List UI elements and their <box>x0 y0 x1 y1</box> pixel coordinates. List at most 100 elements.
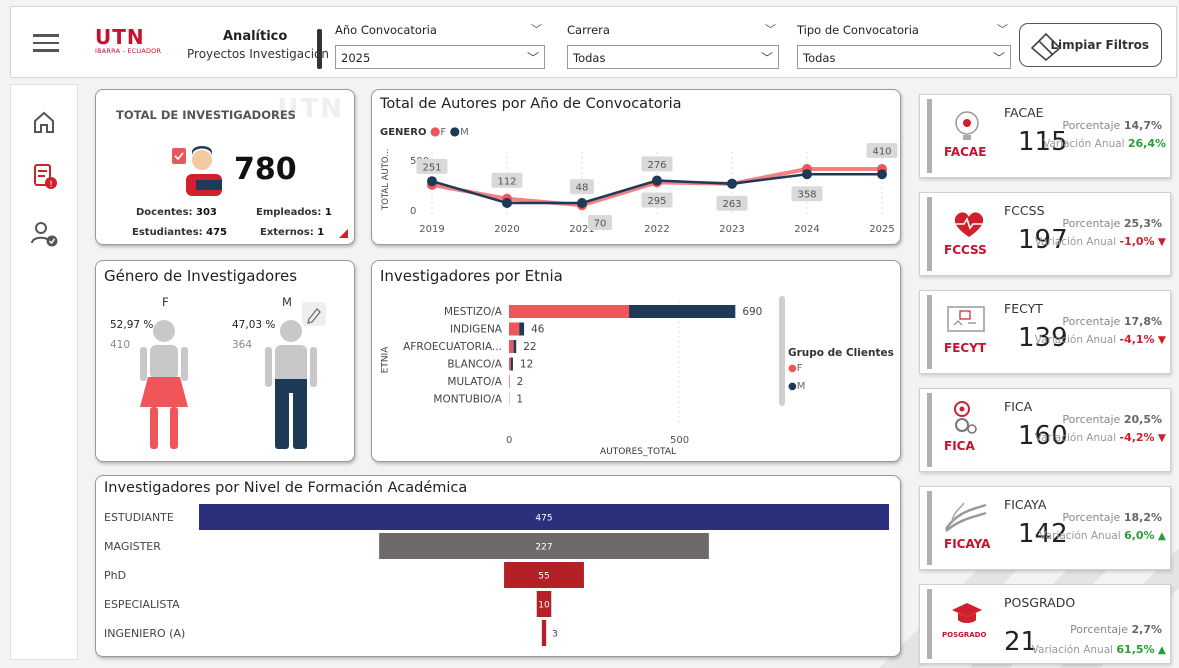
ficaya-field-icon <box>944 502 987 532</box>
gender-m-count: 364 <box>232 339 253 351</box>
ethnicity-legend-f: ●F <box>788 363 803 374</box>
bar-segment-f <box>509 375 510 388</box>
faculty-code: FECYT <box>944 341 987 355</box>
bar-segment-m <box>513 340 517 353</box>
gender-f-label: F <box>162 295 169 309</box>
faculty-percentage: Porcentaje 20,5% <box>1062 413 1162 426</box>
chevron-down-icon[interactable]: ﹀ <box>765 21 776 37</box>
bar-segment-m <box>510 357 513 371</box>
level-bar <box>541 620 547 646</box>
female-figure-icon <box>140 320 188 449</box>
line-chart-plot[interactable]: 5000TOTAL AUTO...20192020202120222023202… <box>372 90 901 245</box>
heart-pulse-icon <box>954 212 984 237</box>
report-alert-icon[interactable]: ! <box>29 161 59 191</box>
bar-segment-f <box>509 322 520 336</box>
line-chart-card: Total de Autores por Año de Convocatoria… <box>371 89 901 245</box>
fecyt-board-icon <box>947 306 985 332</box>
kpi-externos: Externos: 1 <box>260 227 325 238</box>
ethnicity-legend-title: Grupo de Clientes <box>788 347 894 359</box>
category-label: AFROECUATORIA... <box>403 341 502 353</box>
users-check-icon[interactable] <box>29 219 59 249</box>
svg-text:!: ! <box>49 180 53 190</box>
female-leg <box>170 407 178 449</box>
bar-value-label: 690 <box>742 306 762 318</box>
faculty-card-facae[interactable]: FACAE FACAE 115 Porcentaje 14,7% Variaci… <box>919 94 1171 178</box>
category-label: MESTIZO/A <box>444 306 503 318</box>
bar-value-label: 46 <box>531 324 545 336</box>
level-label: PhD <box>104 569 126 582</box>
bar-value-label: 22 <box>523 341 536 353</box>
filter-label: Año Convocatoria <box>335 23 437 37</box>
faculty-code: FICA <box>944 439 975 453</box>
faculty-card-posgrado[interactable]: POSGRADO POSGRADO 21 Porcentaje 2,7% Var… <box>919 584 1171 664</box>
chevron-down-icon: ﹀ <box>760 51 773 65</box>
filter-value: Todas <box>573 51 606 65</box>
faculty-code: POSGRADO <box>942 631 987 639</box>
legend-scrollbar[interactable] <box>779 296 785 406</box>
data-label-f: 48 <box>576 183 589 194</box>
gender-f-count: 410 <box>110 339 131 351</box>
clear-filters-button[interactable]: Limpiar Filtros <box>1019 23 1162 67</box>
male-leg <box>293 391 307 449</box>
level-label: MAGISTER <box>104 540 161 553</box>
filter-select[interactable]: Todas ﹀ <box>797 45 1011 69</box>
facae-icon <box>955 111 979 140</box>
logo-subtext: IBARRA - ECUADOR <box>95 47 162 55</box>
researcher-avatar-icon <box>172 146 222 196</box>
ethnicity-xlabel: AUTORES_TOTAL <box>600 447 677 457</box>
card-accent-bar <box>927 393 932 467</box>
utn-logo: UTN IBARRA - ECUADOR <box>95 27 161 55</box>
faculty-code: FACAE <box>944 145 987 159</box>
faculty-variation: Variación Anual -1,0% ▼ <box>1034 235 1166 248</box>
faculty-name: FICA <box>1004 399 1033 414</box>
faculty-code: FCCSS <box>944 243 987 257</box>
data-label-m: 358 <box>797 190 816 201</box>
fica-gears-icon <box>954 401 977 434</box>
ethnicity-plot[interactable]: MESTIZO/A 690INDIGENA 46AFROECUATORIA... 22… <box>372 261 901 462</box>
category-label: MONTUBIO/A <box>433 394 502 406</box>
male-leg <box>275 391 289 449</box>
faculty-card-ficaya[interactable]: FICAYA FICAYA 142 Porcentaje 18,2% Varia… <box>919 486 1171 570</box>
education-plot[interactable]: ESTUDIANTE 475 MAGISTER 227 PhD 55 ESPECIALIST… <box>96 476 901 657</box>
arrow-up-icon: ▲ <box>1157 530 1166 542</box>
card-accent-bar <box>927 589 932 659</box>
bar-segment-f <box>509 357 511 371</box>
faculty-card-fccss[interactable]: FCCSS FCCSS 197 Porcentaje 25,3% Variaci… <box>919 192 1171 276</box>
arrow-down-icon: ▼ <box>1157 236 1166 248</box>
chevron-down-icon[interactable]: ﹀ <box>997 21 1008 37</box>
gender-m-label: M <box>282 295 292 309</box>
faculty-card-fica[interactable]: FICA FICA 160 Porcentaje 20,5% Variación… <box>919 388 1171 472</box>
data-label-f: 410 <box>872 147 891 158</box>
filter-select[interactable]: Todas ﹀ <box>567 45 779 69</box>
faculty-variation: Variación Anual 6,0% ▲ <box>1039 529 1166 542</box>
faculty-name: FECYT <box>1004 301 1043 316</box>
level-label: ESPECIALISTA <box>104 598 180 611</box>
header-bar: UTN IBARRA - ECUADOR Analítico Proyectos… <box>10 6 1177 78</box>
menu-icon[interactable] <box>33 29 59 53</box>
chevron-down-icon[interactable]: ﹀ <box>531 21 542 37</box>
x-tick-label: 2023 <box>719 224 744 235</box>
filter-value: Todas <box>803 51 836 65</box>
filter-ano-convocatoria: Año Convocatoria ﹀ 2025 ﹀ <box>335 23 545 73</box>
logo-text: UTN <box>95 25 145 49</box>
bar-value-label: 12 <box>520 359 533 371</box>
home-icon[interactable] <box>29 107 59 137</box>
data-point-m <box>802 169 812 180</box>
y-tick-label: 0 <box>410 206 416 217</box>
faculty-name: FCCSS <box>1004 203 1045 218</box>
chevron-down-icon: ﹀ <box>526 51 539 65</box>
level-value-label: 55 <box>538 572 549 582</box>
data-point-m <box>427 176 437 187</box>
faculty-card-fecyt[interactable]: FECYT FECYT 139 Porcentaje 17,8% Variaci… <box>919 290 1171 374</box>
filter-select[interactable]: 2025 ﹀ <box>335 45 545 69</box>
brand-divider <box>317 29 322 69</box>
education-level-card: Investigadores por Nivel de Formación Ac… <box>95 475 901 657</box>
category-label: MULATO/A <box>447 376 502 388</box>
bar-value-label: 1 <box>516 394 523 406</box>
x-tick-label: 2019 <box>419 224 444 235</box>
faculty-name: POSGRADO <box>1004 595 1076 610</box>
level-label: ESTUDIANTE <box>104 511 174 524</box>
arrow-down-icon: ▼ <box>1157 432 1166 444</box>
faculty-name: FICAYA <box>1004 497 1047 512</box>
ethnicity-legend-m: ●M <box>788 381 806 392</box>
